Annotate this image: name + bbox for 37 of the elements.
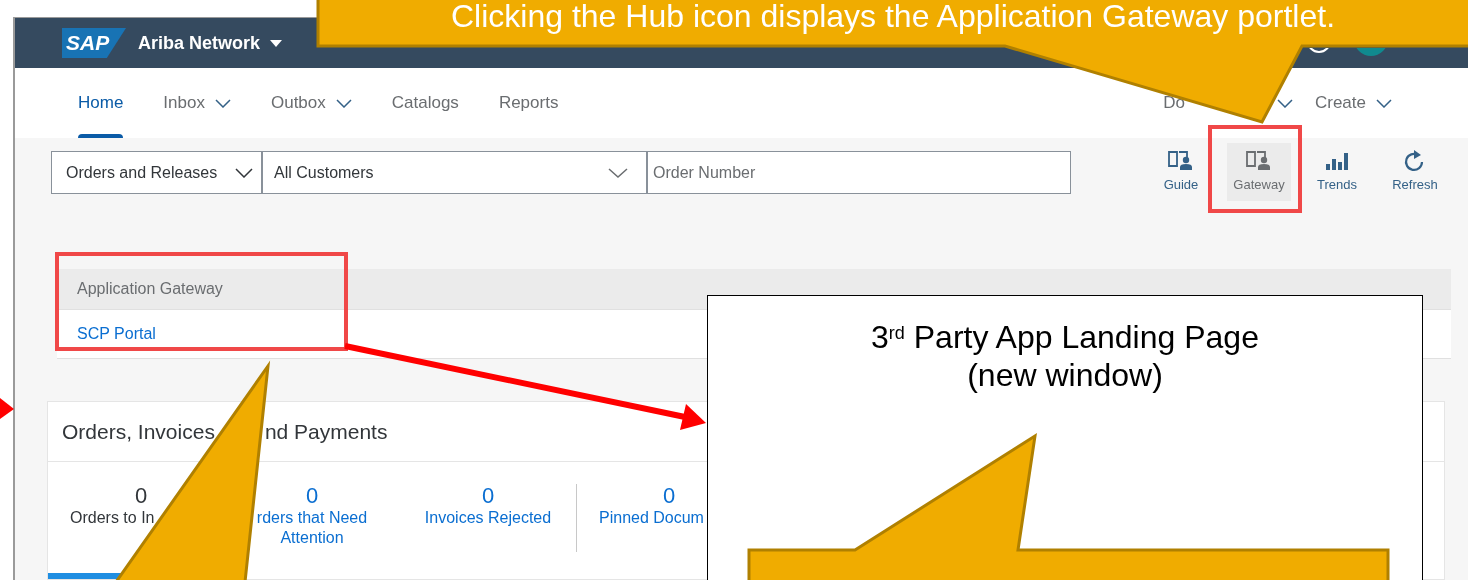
kpi-label: Orders to In (70, 508, 155, 528)
order-number-field[interactable]: Order Number (647, 151, 1071, 194)
book-person-icon (1168, 149, 1194, 172)
toolbar-button[interactable]: Gateway (1227, 143, 1291, 201)
kpi-count: 0 (305, 484, 319, 508)
card-title: nd Payments (264, 418, 388, 445)
chevron-down-icon (608, 167, 628, 178)
window-title: 3$^{rd}$ Party App Landing Page (871, 318, 1259, 356)
callout-text: Clicking the Hub icon displays the Application Gateway portlet. (450, 0, 1336, 33)
kpi-tile[interactable]: 0 Pinned Docum (576, 484, 704, 552)
book-person-icon (1246, 149, 1272, 172)
nav-tab[interactable]: Reports (498, 68, 559, 138)
portlet-link[interactable]: SCP Portal (77, 322, 156, 346)
kpi-count: 0 (481, 484, 495, 508)
kpi-label: Pinned Docum (599, 508, 704, 528)
card-title: Orders, Invoices (62, 418, 215, 445)
kpi-count: 0 (135, 484, 148, 508)
kpi-count: 0 (663, 484, 676, 508)
window-subtitle: (new window) (967, 356, 1163, 394)
portlet-title: Application Gateway (77, 279, 223, 299)
document-type-select[interactable]: Orders and Releases (51, 151, 262, 194)
customer-select[interactable]: All Customers (262, 151, 647, 194)
app-title[interactable]: Ariba Network (138, 29, 261, 57)
nav-tab[interactable]: Catalogs (391, 68, 459, 138)
kpi-label: rders that Need Attention (256, 508, 368, 548)
caret-icon[interactable] (270, 39, 283, 47)
nav-menu[interactable]: Create (1314, 90, 1366, 116)
kpi-label: Invoices Rejected (424, 508, 552, 528)
toolbar-button[interactable]: Refresh (1383, 143, 1447, 201)
nav-tab[interactable]: Inbox (163, 68, 231, 138)
kpi-tile[interactable]: 0 Invoices Rejected (400, 484, 576, 579)
nav-tab[interactable]: Outbox (270, 68, 352, 138)
nav-tab[interactable]: Home (78, 68, 124, 138)
toolbar-button[interactable]: Guide (1149, 143, 1213, 201)
chevron-down-icon (235, 167, 253, 178)
toolbar-button[interactable]: Trends (1305, 143, 1369, 201)
sap-logo[interactable]: SAP (62, 28, 126, 58)
